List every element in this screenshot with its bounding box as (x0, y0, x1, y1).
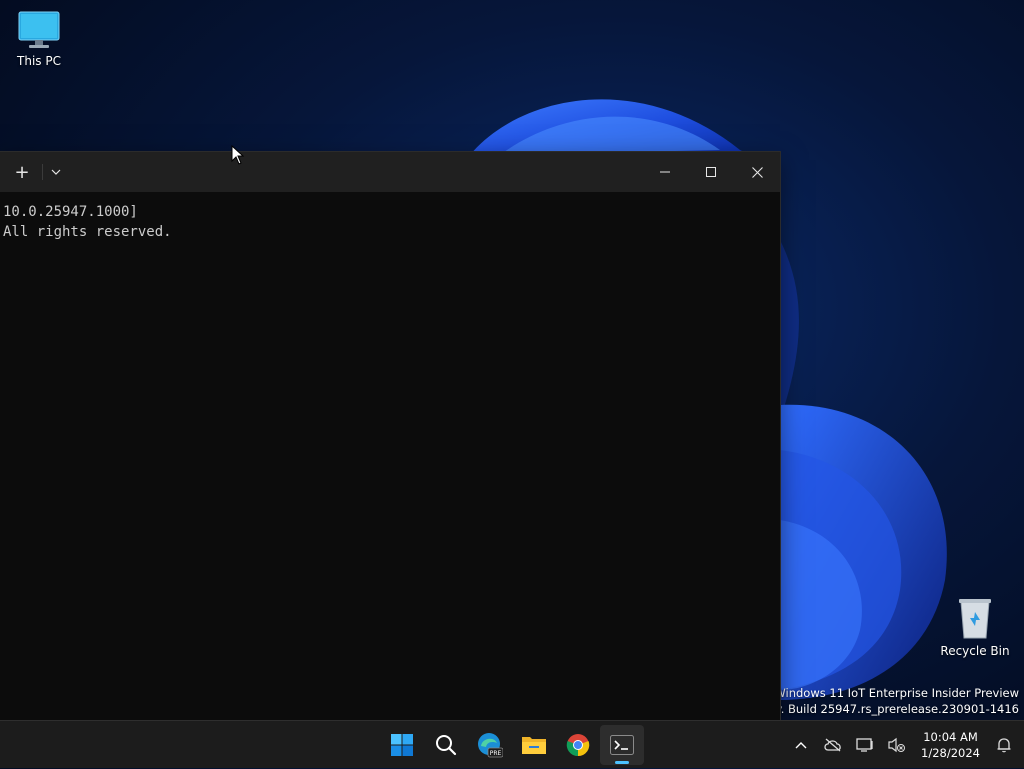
terminal-titlebar[interactable]: + (0, 152, 780, 192)
desktop-icon-this-pc[interactable]: This PC (1, 10, 77, 68)
desktop-icon-label: This PC (17, 54, 61, 68)
cloud-offline-icon (824, 738, 841, 752)
network-icon (856, 738, 873, 752)
new-tab-button[interactable]: + (2, 152, 42, 192)
show-hidden-icons-button[interactable] (785, 721, 817, 769)
tab-dropdown-button[interactable] (43, 152, 69, 192)
start-icon (391, 734, 413, 756)
edge-preview-icon: PRE (478, 733, 503, 758)
network-button[interactable] (849, 721, 881, 769)
taskbar: PRE 10:04 AM 1/28/2024 (0, 720, 1024, 768)
active-app-indicator (615, 761, 629, 764)
terminal-line: All rights reserved. (3, 224, 172, 240)
clock-button[interactable]: 10:04 AM 1/28/2024 (913, 729, 988, 761)
clock-date: 1/28/2024 (921, 746, 980, 760)
terminal-icon (610, 735, 634, 755)
start-button[interactable] (380, 725, 424, 765)
watermark-build: n copy. Build 25947.rs_prerelease.230901… (743, 702, 1019, 716)
edge-badge-text: PRE (490, 750, 502, 757)
watermark-edition: Windows 11 IoT Enterprise Insider Previe… (774, 686, 1019, 700)
search-icon (436, 735, 457, 756)
windows-watermark: Windows 11 IoT Enterprise Insider Previe… (744, 685, 1019, 717)
maximize-button[interactable] (688, 152, 734, 192)
taskbar-apps: PRE (380, 721, 644, 769)
edge-preview-button[interactable]: PRE (468, 725, 512, 765)
plus-icon: + (14, 161, 30, 183)
clock-time: 10:04 AM (923, 730, 978, 744)
file-explorer-icon (522, 737, 546, 754)
file-explorer-button[interactable] (512, 725, 556, 765)
chrome-button[interactable] (556, 725, 600, 765)
bell-icon (997, 738, 1011, 753)
search-button[interactable] (424, 725, 468, 765)
onedrive-button[interactable] (817, 721, 849, 769)
volume-muted-icon (888, 737, 906, 753)
volume-button[interactable] (881, 721, 913, 769)
terminal-line: 10.0.25947.1000] (3, 204, 138, 220)
minimize-icon (660, 171, 670, 173)
chevron-down-icon (51, 169, 61, 175)
desktop-icon-label: Recycle Bin (940, 644, 1010, 658)
this-pc-icon (18, 11, 60, 48)
terminal-window[interactable]: + 10.0.25947.1000] All rights reserved. (0, 152, 780, 720)
maximize-icon (706, 167, 716, 177)
window-controls (642, 152, 780, 192)
terminal-output[interactable]: 10.0.25947.1000] All rights reserved. (0, 192, 780, 252)
close-button[interactable] (734, 152, 780, 192)
recycle-bin-icon (959, 599, 991, 639)
system-tray: 10:04 AM 1/28/2024 (785, 721, 1024, 769)
terminal-taskbar-button[interactable] (600, 725, 644, 765)
chrome-icon (566, 734, 590, 757)
mouse-cursor-icon (231, 145, 245, 165)
desktop-icon-recycle-bin[interactable]: Recycle Bin (937, 596, 1013, 658)
close-icon (751, 166, 763, 178)
chevron-up-icon (795, 742, 807, 749)
minimize-button[interactable] (642, 152, 688, 192)
notifications-button[interactable] (988, 721, 1020, 769)
